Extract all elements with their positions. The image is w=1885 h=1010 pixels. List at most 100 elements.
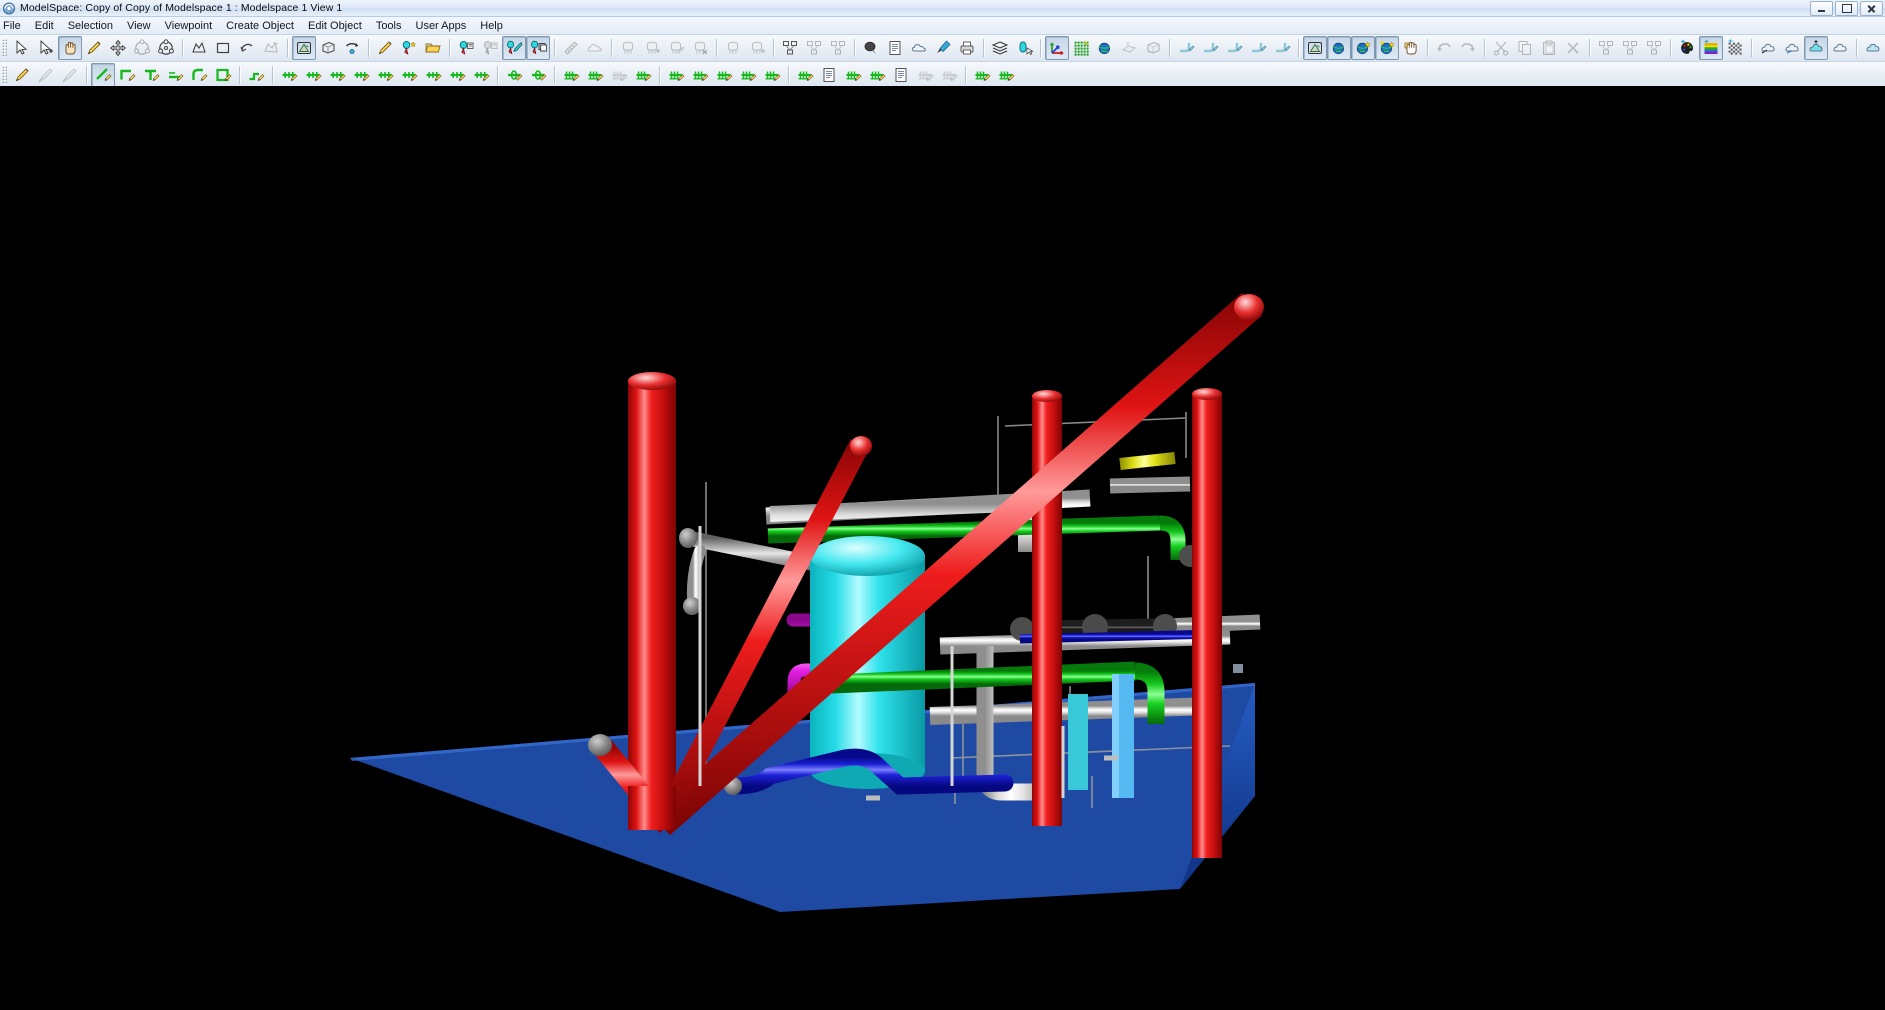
display-show-icon[interactable] <box>1780 36 1804 60</box>
toolbar-drag-grip[interactable] <box>2 39 7 57</box>
render-shade-icon[interactable] <box>1303 36 1327 60</box>
instrument-press-icon[interactable] <box>760 63 784 87</box>
valve-plug-icon[interactable] <box>445 63 469 87</box>
pipe-join-icon[interactable] <box>1246 36 1270 60</box>
zoom-area-icon[interactable] <box>187 36 211 60</box>
valve-check-icon[interactable] <box>325 63 349 87</box>
shaded-view-icon[interactable] <box>292 36 316 60</box>
modelspace-3d-viewport[interactable] <box>0 86 1885 1010</box>
menu-tools[interactable]: Tools <box>369 19 409 33</box>
open-folder-icon[interactable] <box>421 36 445 60</box>
color-palette-icon[interactable] <box>1675 36 1699 60</box>
cloud-icon[interactable] <box>907 36 931 60</box>
pick-hand-icon[interactable] <box>1399 36 1423 60</box>
spec-list-icon[interactable] <box>817 63 841 87</box>
instrument-gauge-icon[interactable] <box>664 63 688 87</box>
valve-globe-icon[interactable] <box>301 63 325 87</box>
pipe-bend-icon[interactable] <box>187 63 211 87</box>
pipe-split-icon[interactable] <box>1222 36 1246 60</box>
view-rotate-icon[interactable] <box>340 36 364 60</box>
iso-extract-icon[interactable] <box>970 63 994 87</box>
toolbar-separator <box>1589 39 1590 57</box>
structure-edit-icon[interactable] <box>778 36 802 60</box>
pipe-square-icon[interactable] <box>211 63 235 87</box>
instrument-temp-icon[interactable] <box>736 63 760 87</box>
display-all-icon[interactable] <box>1828 36 1852 60</box>
valve-ball-icon[interactable] <box>349 63 373 87</box>
support-anchor-icon[interactable] <box>631 63 655 87</box>
spec-check-icon[interactable] <box>793 63 817 87</box>
close-button[interactable] <box>1860 1 1883 16</box>
support-hanger-icon[interactable] <box>559 63 583 87</box>
pipe-new-icon[interactable] <box>91 62 115 87</box>
menu-edit[interactable]: Edit <box>28 19 61 33</box>
render-globe-star-icon[interactable] <box>1351 36 1375 60</box>
pencil-icon[interactable] <box>82 36 106 60</box>
pipe-reducer-icon[interactable] <box>163 63 187 87</box>
pan-hand-icon[interactable] <box>58 36 82 60</box>
transparency-icon[interactable] <box>1861 36 1885 60</box>
valve-relief-icon[interactable] <box>397 63 421 87</box>
tag-copy-icon[interactable] <box>526 36 550 60</box>
display-isolate-icon[interactable] <box>1804 36 1828 60</box>
color-pattern-icon[interactable] <box>1723 36 1747 60</box>
valve-needle-icon[interactable] <box>469 63 493 87</box>
tag-place-icon[interactable] <box>454 36 478 60</box>
rotate-globe-icon[interactable] <box>154 36 178 60</box>
tag-edit-icon[interactable] <box>502 36 526 60</box>
valve-control-icon[interactable] <box>421 63 445 87</box>
display-hide-icon[interactable] <box>1756 36 1780 60</box>
select-arrow-icon[interactable] <box>10 36 34 60</box>
equipment-add-icon <box>640 36 664 60</box>
menu-user-apps[interactable]: User Apps <box>409 19 474 33</box>
menu-edit-object[interactable]: Edit Object <box>301 19 369 33</box>
zoom-previous-icon[interactable] <box>235 36 259 60</box>
wireframe-box-icon[interactable] <box>316 36 340 60</box>
menu-selection[interactable]: Selection <box>61 19 120 33</box>
print-preview-icon[interactable] <box>955 36 979 60</box>
zoom-window-icon[interactable] <box>211 36 235 60</box>
axis-triad-icon[interactable] <box>1045 36 1069 60</box>
layer-select-icon[interactable] <box>1012 36 1036 60</box>
pipe-elbow-icon[interactable] <box>115 63 139 87</box>
spec-apply-icon[interactable] <box>865 63 889 87</box>
iso-settings-icon[interactable] <box>994 63 1018 87</box>
paintbrush-icon[interactable] <box>931 36 955 60</box>
instrument-level-icon[interactable] <box>712 63 736 87</box>
balloon-icon[interactable] <box>859 36 883 60</box>
pipe-slope-icon[interactable] <box>244 63 268 87</box>
pipe-branch-icon[interactable] <box>1198 36 1222 60</box>
spec-report-icon[interactable] <box>889 63 913 87</box>
draw-line-icon[interactable] <box>10 63 34 87</box>
spec-edit-icon[interactable] <box>841 63 865 87</box>
instrument-flow-icon[interactable] <box>688 63 712 87</box>
pipe-trim-icon[interactable] <box>1270 36 1294 60</box>
color-spectrum-icon[interactable] <box>1699 36 1723 60</box>
menu-file[interactable]: File <box>0 19 28 33</box>
toolbar-drag-grip[interactable] <box>2 65 7 84</box>
north-globe-icon[interactable] <box>1093 36 1117 60</box>
pin-star-icon[interactable] <box>397 36 421 60</box>
menu-create-object[interactable]: Create Object <box>219 19 301 33</box>
render-globe-sun-icon[interactable] <box>1375 36 1399 60</box>
fitting-flange-icon[interactable] <box>502 63 526 87</box>
move-4way-icon[interactable] <box>106 36 130 60</box>
highlight-pen-icon[interactable] <box>373 36 397 60</box>
select-add-arrow-icon[interactable] <box>34 36 58 60</box>
minimize-button[interactable] <box>1810 1 1833 16</box>
report-icon[interactable] <box>883 36 907 60</box>
menu-view[interactable]: View <box>120 19 158 33</box>
equipment-icon <box>616 36 640 60</box>
support-shoe-icon[interactable] <box>583 63 607 87</box>
menu-viewpoint[interactable]: Viewpoint <box>158 19 220 33</box>
grid-icon[interactable] <box>1069 36 1093 60</box>
render-globe-icon[interactable] <box>1327 36 1351 60</box>
maximize-button[interactable] <box>1835 1 1858 16</box>
fitting-coupling-icon[interactable] <box>526 63 550 87</box>
layers-icon[interactable] <box>988 36 1012 60</box>
pipe-route-icon[interactable] <box>1174 36 1198 60</box>
valve-gate-icon[interactable] <box>277 63 301 87</box>
pipe-tee-icon[interactable] <box>139 63 163 87</box>
menu-help[interactable]: Help <box>473 19 510 33</box>
valve-butterfly-icon[interactable] <box>373 63 397 87</box>
